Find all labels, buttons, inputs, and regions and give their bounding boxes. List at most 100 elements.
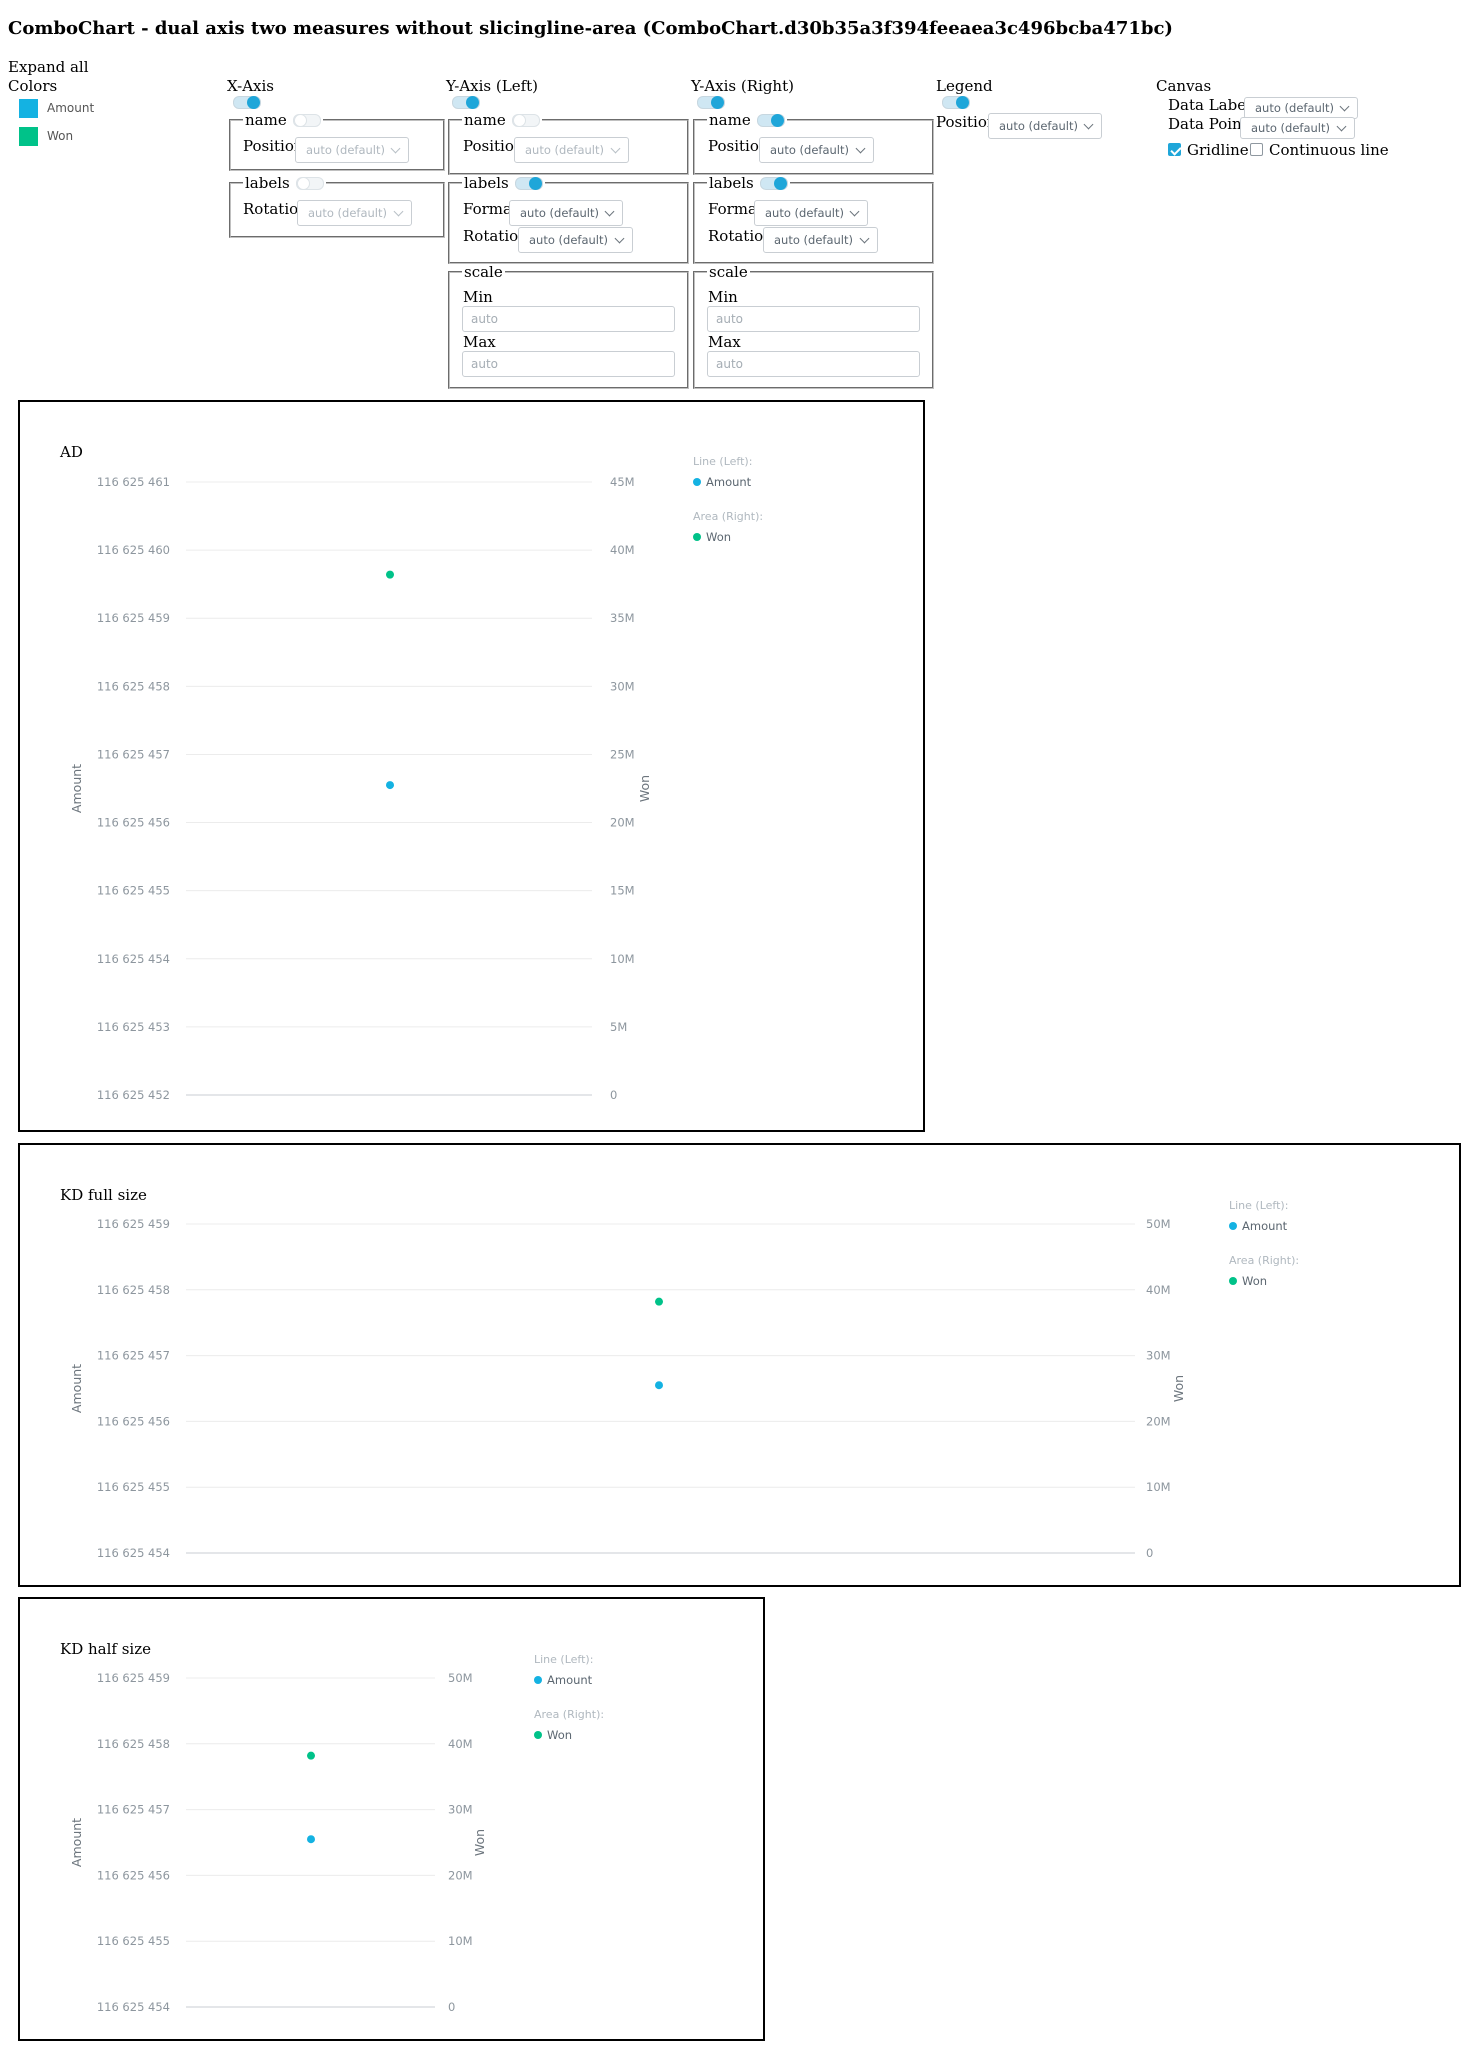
- y-axis-right-rotation-select[interactable]: auto (default): [763, 227, 878, 253]
- x-axis-heading: X-Axis: [227, 77, 274, 95]
- won-color-label: Won: [47, 129, 74, 143]
- right-tick-label: 10M: [448, 1934, 473, 1948]
- right-tick-label: 45M: [610, 475, 635, 489]
- y-axis-left-min-input[interactable]: [462, 306, 675, 332]
- left-tick-label: 116 625 457: [97, 1349, 170, 1363]
- legend-line-heading: Line (Left):: [1229, 1199, 1288, 1212]
- y-axis-left-max-label: Max: [463, 333, 496, 351]
- page-title: ComboChart - dual axis two measures with…: [8, 18, 1173, 39]
- y-axis-left-min-label: Min: [463, 288, 493, 306]
- left-axis-name: Amount: [69, 1364, 84, 1413]
- left-tick-label: 116 625 457: [97, 747, 170, 761]
- continuous-line-checkbox[interactable]: [1250, 143, 1263, 156]
- left-tick-label: 116 625 459: [97, 1671, 170, 1685]
- won-color-swatch[interactable]: [19, 127, 38, 146]
- right-tick-label: 15M: [610, 884, 635, 898]
- amount-color-label: Amount: [47, 101, 95, 115]
- legend-won-marker: [1229, 1277, 1237, 1285]
- legend-area-heading: Area (Right):: [534, 1708, 604, 1721]
- chart-panel-kd-full: KD full size 116 625 454 0 116 625 455 10M 1…: [18, 1143, 1461, 1587]
- left-tick-label: 116 625 459: [97, 1217, 170, 1231]
- y-axis-left-labels-legend: labels: [464, 174, 509, 192]
- right-tick-label: 10M: [610, 952, 635, 966]
- left-tick-label: 116 625 458: [97, 1737, 170, 1751]
- gridline-label: Gridline: [1187, 141, 1249, 159]
- right-tick-label: 30M: [610, 679, 635, 693]
- right-tick-label: 50M: [448, 1671, 473, 1685]
- amount-data-point: [307, 1835, 315, 1844]
- y-axis-right-max-input[interactable]: [707, 351, 920, 377]
- amount-color-swatch[interactable]: [19, 99, 38, 118]
- won-data-point: [307, 1751, 315, 1760]
- left-tick-label: 116 625 460: [97, 543, 170, 557]
- left-tick-label: 116 625 461: [97, 475, 170, 489]
- data-labels-select[interactable]: auto (default): [1244, 97, 1358, 119]
- left-tick-label: 116 625 454: [97, 1546, 170, 1560]
- won-data-point: [655, 1297, 663, 1306]
- right-tick-label: 0: [448, 2000, 455, 2014]
- x-axis-toggle[interactable]: [233, 96, 261, 109]
- won-data-point: [386, 570, 394, 579]
- right-tick-label: 20M: [610, 816, 635, 830]
- chart-svg-kd-full: 116 625 454 0 116 625 455 10M 116 625 456 20M…: [69, 1199, 1299, 1560]
- y-axis-left-heading: Y-Axis (Left): [446, 77, 538, 95]
- left-tick-label: 116 625 456: [97, 816, 170, 830]
- y-axis-left-max-input[interactable]: [462, 351, 675, 377]
- legend-heading: Legend: [936, 77, 993, 95]
- y-axis-left-labels-toggle[interactable]: [514, 176, 543, 190]
- y-axis-right-min-input[interactable]: [707, 306, 920, 332]
- right-tick-label: 5M: [610, 1020, 627, 1034]
- right-tick-label: 30M: [1146, 1349, 1171, 1363]
- chart-svg-kd-half: 116 625 454 0 116 625 455 10M 116 625 456 20M…: [69, 1653, 604, 2014]
- data-points-select[interactable]: auto (default): [1240, 117, 1355, 139]
- legend-toggle[interactable]: [942, 96, 970, 109]
- right-tick-label: 20M: [448, 1868, 473, 1882]
- x-axis-labels-toggle[interactable]: [295, 176, 324, 190]
- y-axis-left-toggle[interactable]: [452, 96, 480, 109]
- x-axis-name-legend: name: [245, 111, 287, 129]
- left-tick-label: 116 625 454: [97, 952, 170, 966]
- legend-area-heading: Area (Right):: [1229, 1254, 1299, 1267]
- right-tick-label: 20M: [1146, 1414, 1171, 1428]
- y-axis-right-labels-toggle[interactable]: [759, 176, 788, 190]
- gridline-checkbox[interactable]: [1168, 143, 1181, 156]
- y-axis-right-toggle[interactable]: [697, 96, 725, 109]
- y-axis-right-min-label: Min: [708, 288, 738, 306]
- y-axis-left-rotation-select[interactable]: auto (default): [518, 227, 633, 253]
- left-tick-label: 116 625 457: [97, 1803, 170, 1817]
- left-axis-name: Amount: [69, 1818, 84, 1867]
- x-axis-name-toggle[interactable]: [292, 113, 321, 127]
- y-axis-left-name-legend: name: [464, 111, 506, 129]
- left-tick-label: 116 625 455: [97, 1480, 170, 1494]
- legend-won-label: Won: [1242, 1274, 1267, 1288]
- right-axis-name: Won: [1171, 1375, 1186, 1402]
- right-tick-label: 30M: [448, 1803, 473, 1817]
- right-tick-label: 50M: [1146, 1217, 1171, 1231]
- chart-svg-ad: 116 625 452 0 116 625 453 5M 116 625 454 10M 1…: [69, 455, 763, 1102]
- left-tick-label: 116 625 452: [97, 1088, 170, 1102]
- left-tick-label: 116 625 459: [97, 611, 170, 625]
- right-tick-label: 0: [1146, 1546, 1153, 1560]
- legend-amount-label: Amount: [706, 475, 752, 489]
- y-axis-right-name-position-select[interactable]: auto (default): [759, 137, 874, 163]
- amount-data-point: [655, 1381, 663, 1390]
- right-tick-label: 0: [610, 1088, 617, 1102]
- right-tick-label: 40M: [610, 543, 635, 557]
- expand-all-link[interactable]: Expand all: [8, 58, 89, 76]
- y-axis-left-format-select[interactable]: auto (default): [509, 200, 623, 226]
- y-axis-left-scale-legend: scale: [464, 263, 503, 281]
- y-axis-right-max-label: Max: [708, 333, 741, 351]
- legend-amount-marker: [534, 1676, 542, 1684]
- y-axis-right-format-select[interactable]: auto (default): [754, 200, 868, 226]
- y-axis-right-name-toggle[interactable]: [756, 113, 785, 127]
- legend-line-heading: Line (Left):: [693, 455, 752, 468]
- legend-won-label: Won: [547, 1728, 572, 1742]
- left-tick-label: 116 625 455: [97, 884, 170, 898]
- y-axis-left-name-toggle[interactable]: [511, 113, 540, 127]
- y-axis-right-heading: Y-Axis (Right): [691, 77, 794, 95]
- x-axis-labels-rotation-select[interactable]: auto (default): [297, 200, 412, 226]
- y-axis-left-name-position-select[interactable]: auto (default): [514, 137, 629, 163]
- legend-position-select[interactable]: auto (default): [988, 113, 1102, 139]
- x-axis-name-position-select[interactable]: auto (default): [295, 137, 409, 163]
- left-tick-label: 116 625 453: [97, 1020, 170, 1034]
